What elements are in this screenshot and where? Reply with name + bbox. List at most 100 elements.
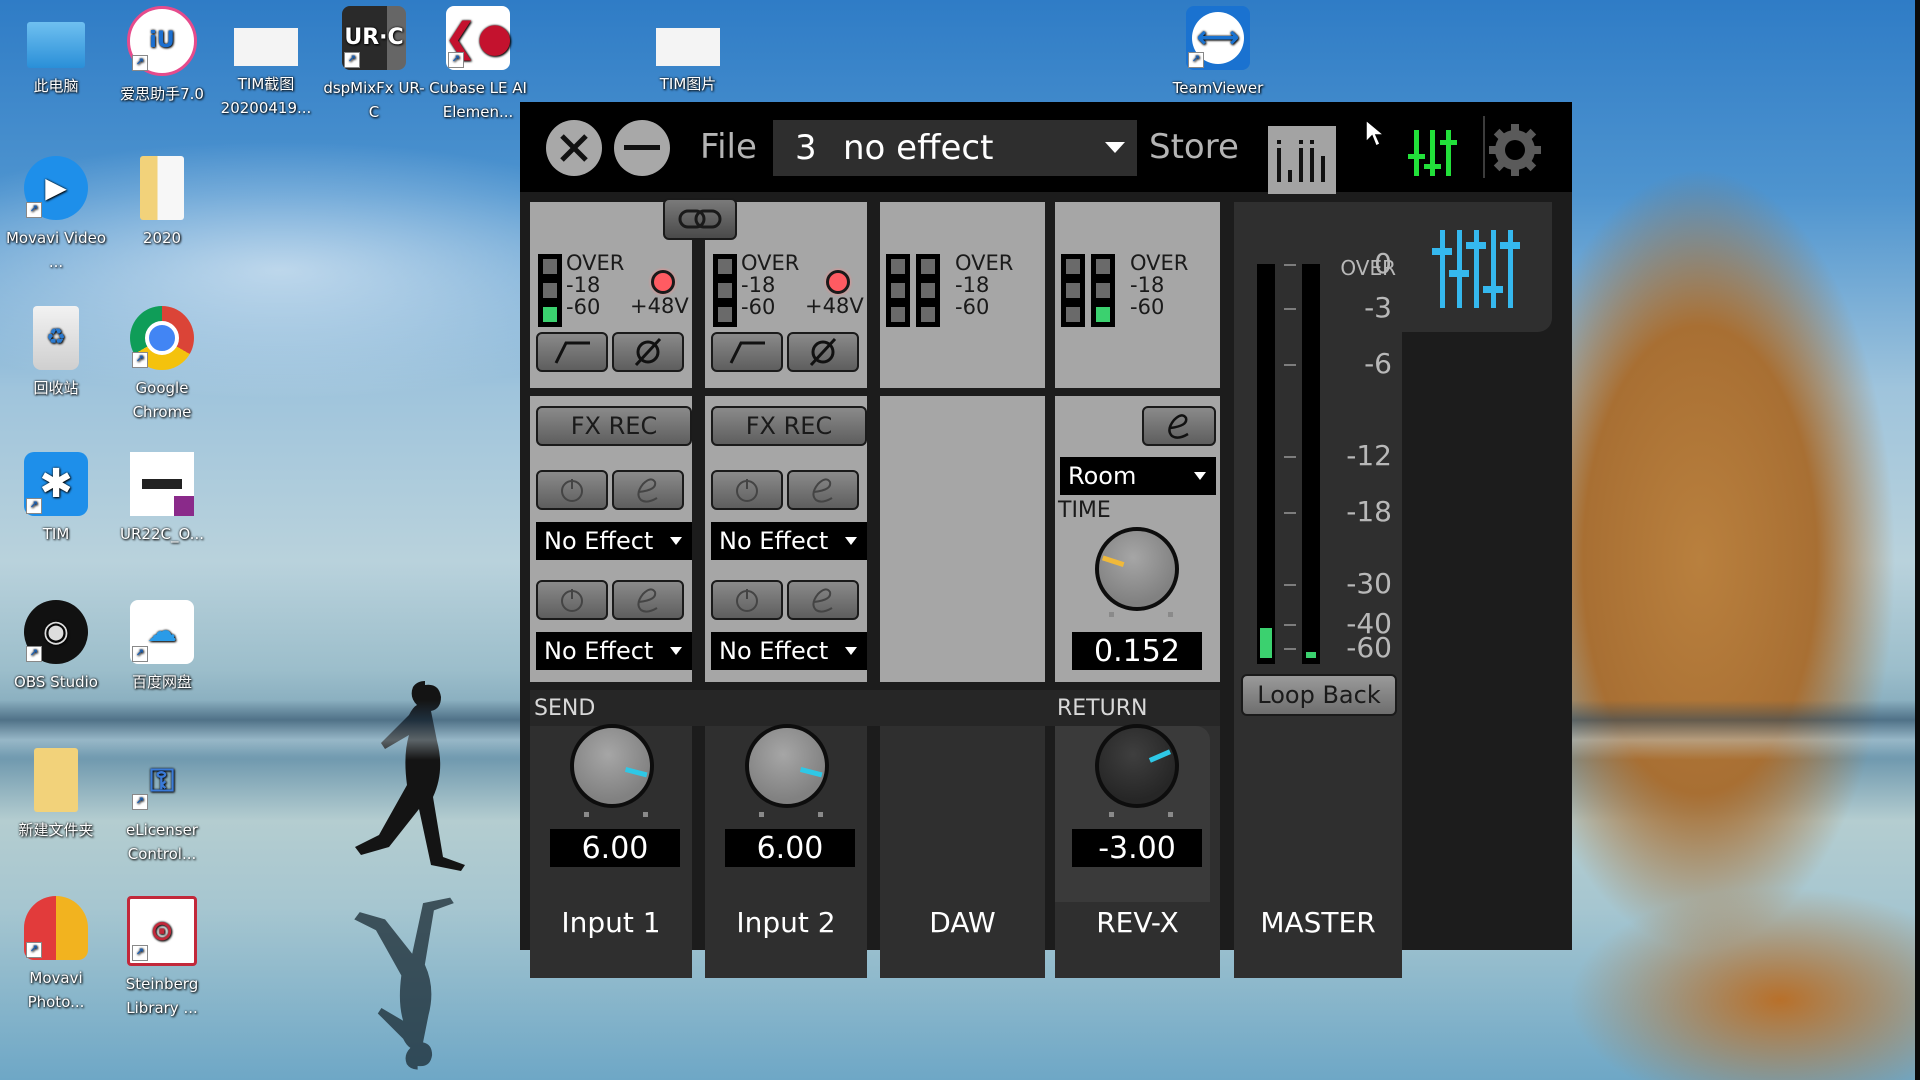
led-over <box>1096 259 1110 274</box>
loopback-button[interactable]: Loop Back <box>1241 674 1397 716</box>
hpf-button[interactable] <box>536 332 608 372</box>
effect2-edit-button[interactable] <box>787 580 859 620</box>
desktop-icon-tim[interactable]: ✱ ↗ TIM <box>4 452 108 546</box>
close-button[interactable] <box>546 120 602 176</box>
phase-icon <box>809 337 837 367</box>
master-scale-tick <box>1284 264 1296 266</box>
chevron-down-icon <box>1194 472 1206 480</box>
desktop-icon-folder-2020[interactable]: 2020 <box>110 156 214 250</box>
file-menu[interactable]: File <box>700 124 757 170</box>
movavi-video-icon: ▶ ↗ <box>24 156 88 220</box>
scale-over: OVER <box>955 251 1014 275</box>
send-value[interactable]: 6.00 <box>725 829 855 867</box>
effect2-select[interactable]: No Effect <box>711 632 867 670</box>
led-60 <box>1096 307 1110 322</box>
led-60 <box>921 307 935 322</box>
edit-icon <box>1168 414 1189 439</box>
desktop-icon-recycle-bin[interactable]: ♻ 回收站 <box>4 306 108 400</box>
master-scale-label: 0 <box>1374 247 1392 280</box>
led-60 <box>1066 307 1080 322</box>
led-18 <box>543 283 557 298</box>
meter-bars-icon <box>1277 140 1325 182</box>
desktop-icon-obs[interactable]: ◉ ↗ OBS Studio <box>4 600 108 694</box>
minimize-button[interactable] <box>614 120 670 176</box>
phase-invert-button[interactable] <box>787 332 859 372</box>
channel-name-master[interactable]: MASTER <box>1234 902 1402 944</box>
store-button[interactable]: Store <box>1149 124 1239 170</box>
desktop-icon-elicenser[interactable]: ⚿ ↗ eLicenser Control... <box>110 748 214 866</box>
fx-rec-button[interactable]: FX REC <box>711 406 867 446</box>
phantom-power-indicator[interactable] <box>826 270 850 294</box>
knob-max-dot <box>643 812 648 817</box>
reverb-time-value[interactable]: 0.152 <box>1072 632 1202 670</box>
desktop-icon-new-folder[interactable]: 新建文件夹 <box>4 748 108 842</box>
stereo-link-button[interactable] <box>663 198 737 240</box>
desktop-icon-movavi-video[interactable]: ▶ ↗ Movavi Video ... <box>4 156 108 274</box>
send-knob[interactable] <box>570 724 654 808</box>
desktop-icon-tim-screenshot[interactable]: TIM截图 20200419... <box>214 6 318 120</box>
desktop-icon-movavi-photo[interactable]: ↗ Movavi Photo... <box>4 896 108 1014</box>
knob-min-dot <box>584 812 589 817</box>
channel-name-input1[interactable]: Input 1 <box>530 902 692 944</box>
effect2-power-button[interactable] <box>536 580 608 620</box>
master-mixer-button[interactable] <box>1432 226 1522 314</box>
i4-assistant-icon: iU ↗ <box>127 6 197 76</box>
desktop-icon-dspmixfx[interactable]: UR·C ↗ dspMixFx UR-C <box>322 6 426 124</box>
knob-max-dot <box>1168 612 1173 617</box>
hpf-button[interactable] <box>711 332 783 372</box>
desktop-icon-tim-image[interactable]: TIM图片 <box>636 6 740 96</box>
return-value[interactable]: -3.00 <box>1072 829 1202 867</box>
mixer-view-button[interactable] <box>1408 128 1464 182</box>
effect1-power-button[interactable] <box>711 470 783 510</box>
desktop-icon-chrome[interactable]: ↗ Google Chrome <box>110 306 214 424</box>
effect1-power-button[interactable] <box>536 470 608 510</box>
power-icon <box>736 589 758 612</box>
meter-view-button[interactable] <box>1268 126 1336 194</box>
led-18 <box>891 283 905 298</box>
channel-name-input2[interactable]: Input 2 <box>705 902 867 944</box>
effect2-power-button[interactable] <box>711 580 783 620</box>
knob-pointer <box>1148 749 1172 763</box>
effect1-edit-button[interactable] <box>787 470 859 510</box>
settings-button[interactable] <box>1485 120 1545 184</box>
led-over <box>1066 259 1080 274</box>
desktop-icon-baidu-netdisk[interactable]: ☁ ↗ 百度网盘 <box>110 600 214 694</box>
phantom-power-indicator[interactable] <box>651 270 675 294</box>
desktop-icon-cubase[interactable]: ❮● ↗ Cubase LE AI Elemen... <box>426 6 530 124</box>
cubase-icon: ❮● ↗ <box>444 6 512 70</box>
return-knob[interactable] <box>1095 724 1179 808</box>
channel-name-revx[interactable]: REV-X <box>1055 902 1220 944</box>
desktop-icon-ur22c-manual[interactable]: UR22C_O... <box>110 452 214 546</box>
knob-min-dot <box>1109 812 1114 817</box>
scale-18: -18 <box>741 273 776 297</box>
desktop-icon-teamviewer[interactable]: ⟷ ↗ TeamViewer <box>1166 6 1270 100</box>
channel-name-daw[interactable]: DAW <box>880 902 1045 944</box>
effect2-edit-button[interactable] <box>612 580 684 620</box>
computer-icon <box>27 22 85 68</box>
effect-name: No Effect <box>544 527 654 555</box>
fx-rec-button[interactable]: FX REC <box>536 406 692 446</box>
scene-select[interactable]: 3 no effect <box>773 120 1137 176</box>
desktop-icon-i4[interactable]: iU ↗ 爱思助手7.0 <box>110 6 214 106</box>
scale-60: -60 <box>955 295 990 319</box>
phase-invert-button[interactable] <box>612 332 684 372</box>
time-label: TIME <box>1058 498 1111 523</box>
desktop-icon-label: 回收站 <box>33 379 79 397</box>
reverb-edit-button[interactable] <box>1142 406 1216 446</box>
desktop-icon-steinberg-library[interactable]: ⊙ ↗ Steinberg Library ... <box>110 896 214 1020</box>
send-value[interactable]: 6.00 <box>550 829 680 867</box>
effect1-select[interactable]: No Effect <box>536 522 692 560</box>
meter-scale: OVER -18 -60 <box>1130 252 1188 318</box>
effect2-select[interactable]: No Effect <box>536 632 692 670</box>
master-scale-tick <box>1284 308 1296 310</box>
dspmixfx-window: File 3 no effect Store OVER -18 -60 +48V… <box>520 102 1572 978</box>
runner-reflection <box>354 897 454 1070</box>
send-knob[interactable] <box>745 724 829 808</box>
reverb-time-knob[interactable] <box>1095 527 1179 611</box>
effect1-select[interactable]: No Effect <box>711 522 867 560</box>
effect1-edit-button[interactable] <box>612 470 684 510</box>
desktop-icon-this-pc[interactable]: 此电脑 <box>4 12 108 98</box>
reverb-type: Room <box>1068 462 1137 490</box>
reverb-type-select[interactable]: Room <box>1060 457 1216 495</box>
chevron-down-icon <box>845 647 857 655</box>
